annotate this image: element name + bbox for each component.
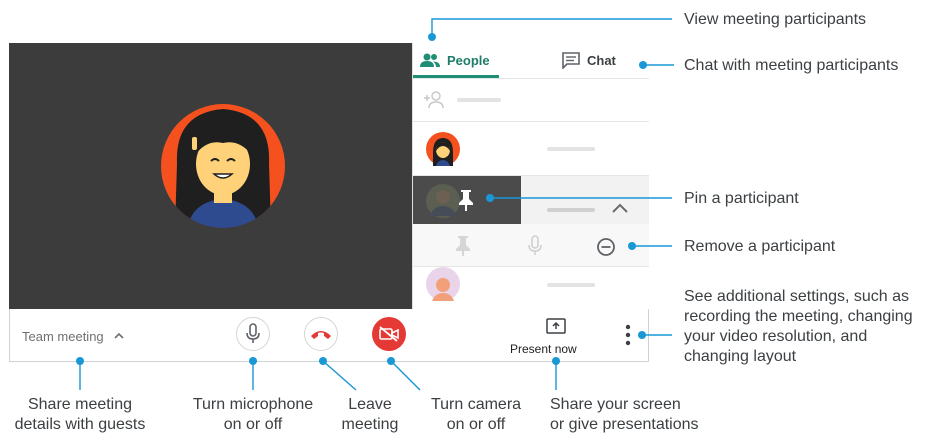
callout-pin-participant: Pin a participant (684, 190, 799, 207)
callout-share-details: Share meeting details with guests (14, 396, 146, 433)
callout-chat-participants: Chat with meeting participants (684, 57, 899, 74)
callout-camera: Turn camera on or off (430, 396, 522, 433)
callout-more-settings: See additional settings, such as recordi… (684, 288, 913, 365)
callout-leave-meeting: Leave meeting (341, 396, 399, 433)
callout-microphone: Turn microphone on or off (192, 396, 314, 433)
callout-share-screen: Share your screen or give presentations (550, 396, 699, 433)
callout-remove-participant: Remove a participant (684, 238, 836, 255)
callout-view-participants: View meeting participants (684, 11, 867, 28)
